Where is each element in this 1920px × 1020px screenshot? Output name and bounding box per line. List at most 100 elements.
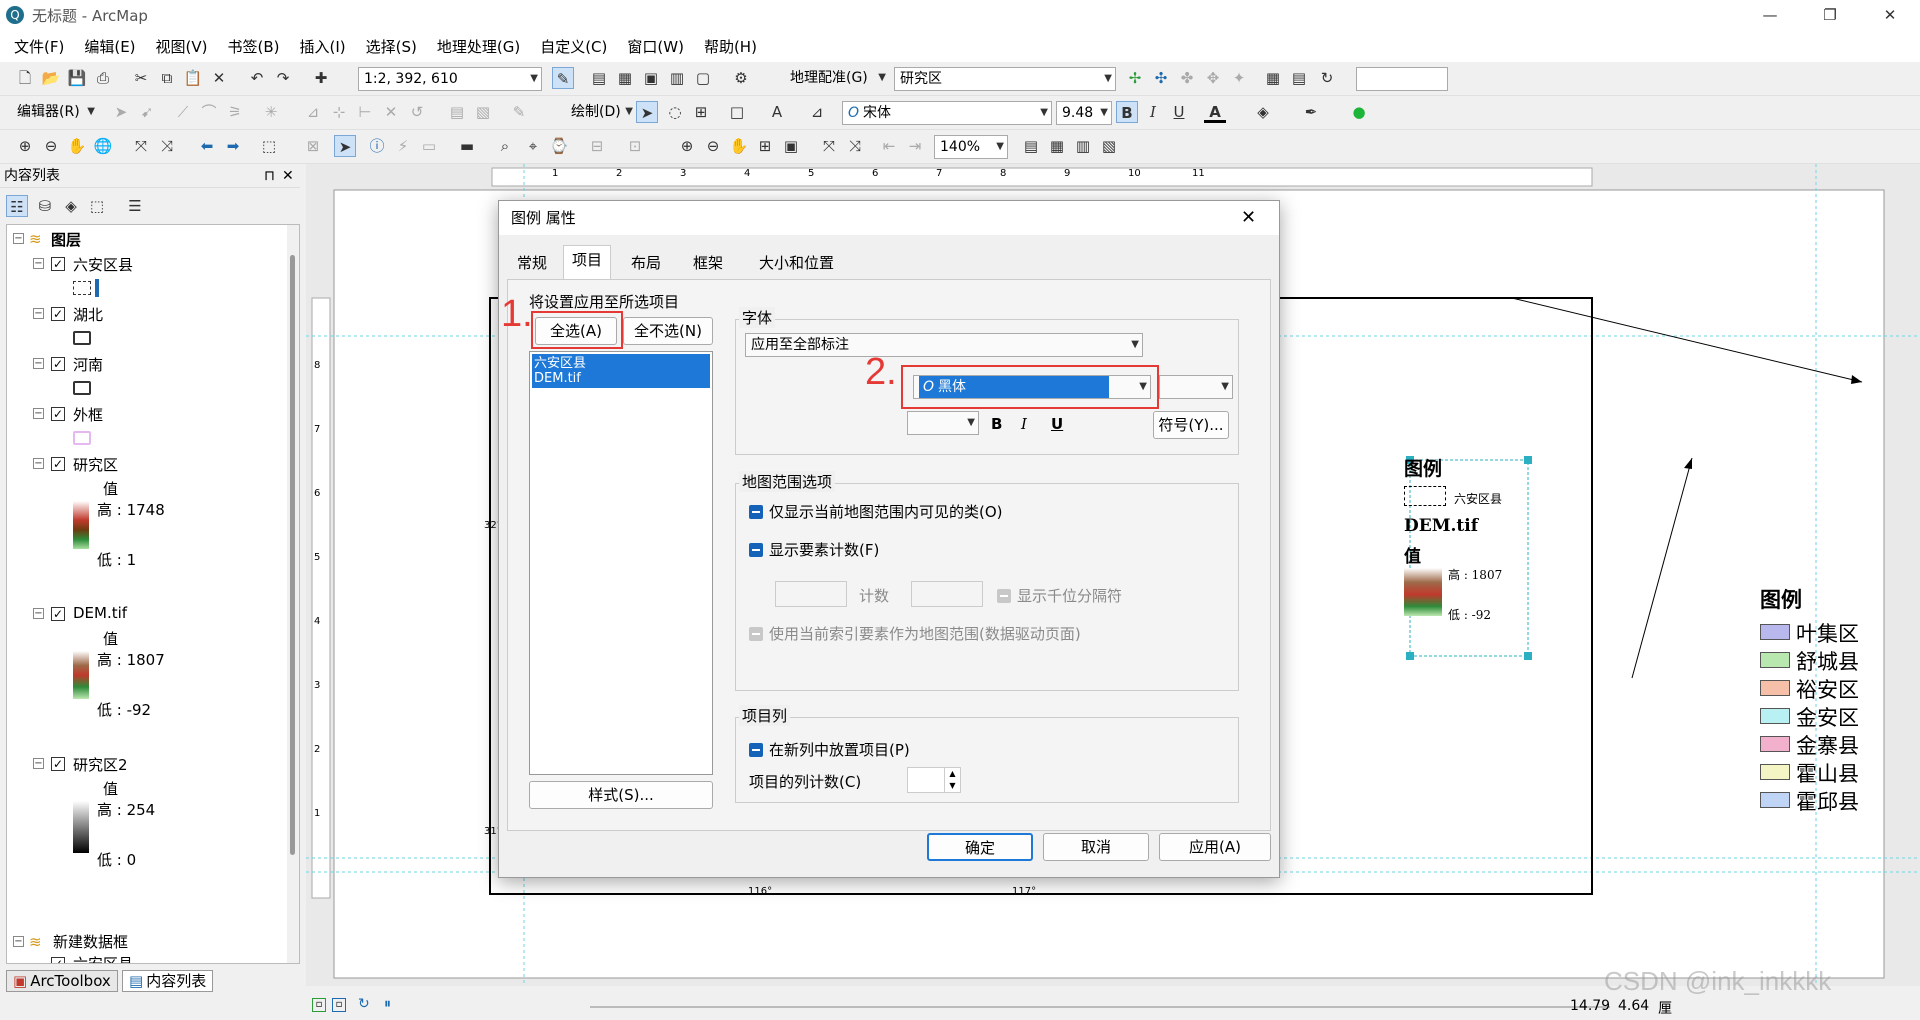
layer-checkbox[interactable]: ✓ <box>51 407 65 421</box>
fixed-out-icon[interactable]: ⤨ <box>844 135 866 157</box>
tab-arctoolbox[interactable]: ▣ ArcToolbox <box>6 970 118 992</box>
layer-name[interactable]: 外框 <box>73 404 103 425</box>
save-icon[interactable]: 💾 <box>66 67 88 89</box>
feature-count-checkbox[interactable] <box>749 543 763 557</box>
symbol-button[interactable]: 符号(Y)... <box>1153 411 1229 439</box>
layer-name[interactable]: DEM.tif <box>73 604 127 622</box>
menu-customize[interactable]: 自定义(C) <box>530 36 617 57</box>
restore-button[interactable]: ❐ <box>1800 0 1860 30</box>
list-by-source-icon[interactable]: ⛁ <box>34 195 56 217</box>
menu-help[interactable]: 帮助(H) <box>694 36 767 57</box>
collapse-icon[interactable]: − <box>13 936 24 947</box>
font-color-icon[interactable]: A <box>1204 101 1226 123</box>
zoom-whole-page-icon[interactable]: ⊞ <box>690 101 712 123</box>
font-size-combo[interactable]: 9.48 ▼ <box>1056 101 1112 125</box>
control-point-icon[interactable]: ✣ <box>1150 67 1172 89</box>
add-control-point-icon[interactable]: ✢ <box>1124 67 1146 89</box>
layer-checkbox[interactable]: ✓ <box>51 257 65 271</box>
count-input-2[interactable] <box>911 581 983 607</box>
editor-menu[interactable]: 编辑器(R) ▼ <box>12 101 98 125</box>
index-checkbox[interactable] <box>749 627 763 641</box>
apply-to-combo[interactable]: 应用至全部标注 ▼ <box>745 333 1143 357</box>
toggle-draft-icon[interactable]: ▤ <box>1020 135 1042 157</box>
select-elements-icon[interactable]: ➤ <box>636 101 658 123</box>
layout-zoom-out-icon[interactable]: ⊖ <box>702 135 724 157</box>
new-column-checkbox[interactable] <box>749 743 763 757</box>
polygon-symbol[interactable] <box>73 431 91 445</box>
fixed-zoom-in-icon[interactable]: ⤧ <box>130 135 152 157</box>
new-text-icon[interactable]: ⊿ <box>806 101 828 123</box>
bold-button[interactable]: B <box>991 415 1002 433</box>
collapse-icon[interactable]: − <box>33 458 44 469</box>
view-link-table-icon[interactable]: ▦ <box>1262 67 1284 89</box>
layer-name[interactable]: 研究区 <box>73 454 118 475</box>
menu-select[interactable]: 选择(S) <box>356 36 427 57</box>
tab-frame[interactable]: 框架 <box>685 249 731 277</box>
layer-name[interactable]: 湖北 <box>73 304 103 325</box>
italic-button[interactable]: I <box>1021 415 1027 433</box>
layout-pan-icon[interactable]: ✋ <box>728 135 750 157</box>
model-builder-icon[interactable]: ⚙ <box>730 67 752 89</box>
select-none-button[interactable]: 全不选(N) <box>623 317 713 345</box>
pan-icon[interactable]: ✋ <box>66 135 88 157</box>
fixed-zoom-out-icon[interactable]: ⤨ <box>156 135 178 157</box>
color-ramp[interactable] <box>73 651 89 699</box>
legend-1[interactable]: 图例 六安区县 DEM.tif 值 高 : 1807 低 : -92 <box>1404 454 1534 654</box>
zoom-100-icon[interactable]: ▣ <box>780 135 802 157</box>
rotate-element-icon[interactable]: ◌ <box>664 101 686 123</box>
color-ramp[interactable] <box>73 801 89 853</box>
collapse-icon[interactable]: − <box>33 758 44 769</box>
data-driven-pages-icon[interactable]: ▧ <box>1098 135 1120 157</box>
paste-icon[interactable]: 📋 <box>182 67 204 89</box>
list-item[interactable]: 六安区县 <box>534 356 708 371</box>
layout-zoom-in-icon[interactable]: ⊕ <box>676 135 698 157</box>
collapse-icon[interactable]: − <box>33 258 44 269</box>
close-button[interactable]: ✕ <box>1860 0 1920 30</box>
time-slider-icon[interactable]: ⌚ <box>548 135 570 157</box>
underline-toolbar-button[interactable]: U <box>1168 101 1190 123</box>
rotate-value-input[interactable] <box>1356 67 1448 91</box>
layer-checkbox[interactable]: ✓ <box>51 607 65 621</box>
options-icon[interactable]: ☰ <box>124 195 146 217</box>
open-icon[interactable]: 📂 <box>40 67 62 89</box>
polygon-symbol[interactable] <box>73 331 91 345</box>
toc-scroll-thumb[interactable] <box>290 255 295 855</box>
layer-checkbox[interactable]: ✓ <box>51 357 65 371</box>
ok-button[interactable]: 确定 <box>927 833 1033 861</box>
line-color-icon[interactable]: ✒ <box>1300 101 1322 123</box>
text-icon[interactable]: A <box>766 101 788 123</box>
back-icon[interactable]: ⬅ <box>196 135 218 157</box>
identify-icon[interactable]: ⓘ <box>366 135 388 157</box>
tab-general[interactable]: 常规 <box>509 249 555 277</box>
menu-insert[interactable]: 插入(I) <box>290 36 356 57</box>
search-window-icon[interactable]: ▣ <box>640 67 662 89</box>
new-frame-label[interactable]: 新建数据框 <box>53 931 128 952</box>
rectangle-icon[interactable]: □ <box>726 101 748 123</box>
measure-icon[interactable]: ▬ <box>456 135 478 157</box>
data-view-icon[interactable]: ▫ <box>312 998 326 1012</box>
layer-checkbox[interactable]: ✓ <box>51 307 65 321</box>
apply-button[interactable]: 应用(A) <box>1159 833 1271 861</box>
find-icon[interactable]: ⌕ <box>494 135 516 157</box>
thousands-checkbox[interactable] <box>997 589 1011 603</box>
marker-color-icon[interactable]: ● <box>1348 101 1370 123</box>
zoom-in-icon[interactable]: ⊕ <box>14 135 36 157</box>
delete-icon[interactable]: ✕ <box>208 67 230 89</box>
tab-toc[interactable]: ▤ 内容列表 <box>122 970 214 992</box>
list-by-visibility-icon[interactable]: ◈ <box>60 195 82 217</box>
color-ramp[interactable] <box>73 501 89 549</box>
horizontal-scrollbar[interactable] <box>590 1006 1610 1008</box>
pin-icon[interactable]: ⊓ <box>264 164 275 188</box>
python-icon[interactable]: ▢ <box>692 67 714 89</box>
zoom-out-icon[interactable]: ⊖ <box>40 135 62 157</box>
layer-checkbox[interactable]: ✓ <box>51 457 65 471</box>
refresh-icon[interactable]: ↻ <box>358 996 370 1012</box>
toc-close-icon[interactable]: ✕ <box>282 164 294 188</box>
copy-icon[interactable]: ⧉ <box>156 67 178 89</box>
underline-button[interactable]: U <box>1051 415 1063 433</box>
menu-view[interactable]: 视图(V) <box>146 36 218 57</box>
fixed-in-icon[interactable]: ⤧ <box>818 135 840 157</box>
rotate-icon[interactable]: ↻ <box>1316 67 1338 89</box>
polygon-symbol[interactable] <box>73 381 91 395</box>
cancel-button[interactable]: 取消 <box>1043 833 1149 861</box>
